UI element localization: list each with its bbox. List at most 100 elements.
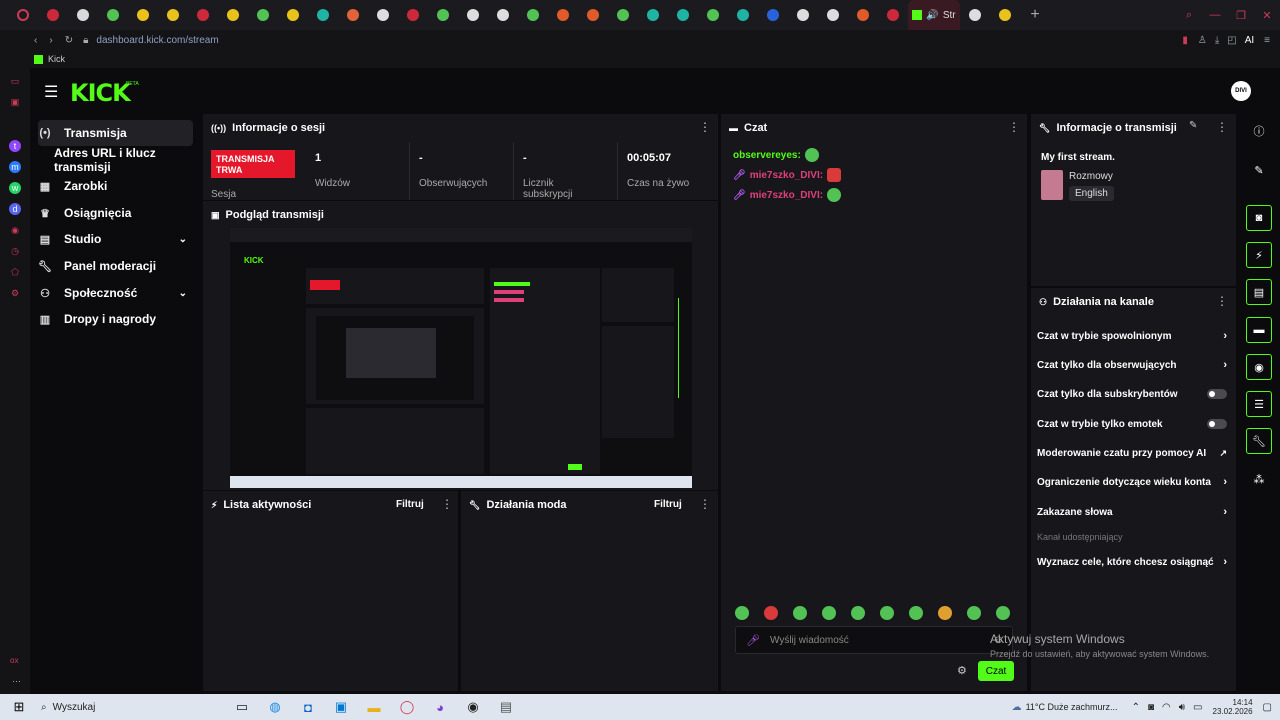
minimize-icon[interactable]: — <box>1202 0 1228 30</box>
browser-tab[interactable] <box>188 0 218 30</box>
browser-tab[interactable] <box>788 0 818 30</box>
bag-icon[interactable]: ▣ <box>9 96 21 108</box>
active-tab[interactable]: 🔊 Str <box>908 0 960 30</box>
browser-tab[interactable] <box>638 0 668 30</box>
task-view-icon[interactable]: ▭ <box>231 696 253 718</box>
opera-menu-icon[interactable] <box>8 0 38 30</box>
notification-icon[interactable]: ▢ <box>1263 702 1272 713</box>
outlook-icon[interactable]: ◘ <box>297 696 319 718</box>
browser-tab[interactable] <box>848 0 878 30</box>
browser-tab[interactable] <box>368 0 398 30</box>
session-widget-icon[interactable]: ◙ <box>1246 205 1272 231</box>
info-icon[interactable]: ⓘ <box>1246 118 1272 144</box>
emote-icon[interactable] <box>909 606 923 620</box>
sidebar-item-spolecznosc[interactable]: ⚇ Społeczność ⌄ <box>38 280 193 306</box>
goals-row[interactable]: Wyznacz cele, które chcesz osiągnąć › <box>1037 552 1227 572</box>
browser-tab[interactable] <box>488 0 518 30</box>
bookmark-kick[interactable]: Kick <box>48 54 65 64</box>
browser-tab[interactable] <box>668 0 698 30</box>
browser-tab[interactable] <box>548 0 578 30</box>
hamburger-icon[interactable]: ☰ <box>44 82 58 102</box>
sidebar-item-zarobki[interactable]: ▦ Zarobki <box>38 173 193 199</box>
ai-moderation-row[interactable]: Moderowanie czatu przy pomocy AI ↗ <box>1037 443 1227 463</box>
discord-icon[interactable]: d <box>9 203 21 215</box>
kick-logo[interactable]: KICK <box>70 79 131 107</box>
chat-username[interactable]: observereyes: <box>733 150 801 161</box>
emote-icon[interactable] <box>822 606 836 620</box>
emote-icon[interactable] <box>938 606 952 620</box>
profile-icon[interactable]: ♙ <box>1198 35 1207 46</box>
browser-tab[interactable] <box>578 0 608 30</box>
browser-tab[interactable] <box>218 0 248 30</box>
obs-icon[interactable]: ◉ <box>462 696 484 718</box>
settings-icon[interactable]: ⚙ <box>9 287 21 299</box>
more-widgets-icon[interactable]: ⁂ <box>1246 466 1272 492</box>
ticket-icon[interactable]: ▭ <box>9 75 21 87</box>
account-age-row[interactable]: Ograniczenie dotyczące wieku konta › <box>1037 472 1227 492</box>
app-icon[interactable]: ▤ <box>495 696 517 718</box>
avatar[interactable]: DIVI <box>1231 81 1251 101</box>
taskbar-search[interactable]: ⌕ Wyszukaj <box>41 702 231 713</box>
filter-button[interactable]: Filtruj <box>396 499 424 510</box>
browser-tab[interactable] <box>818 0 848 30</box>
browser-tab[interactable] <box>308 0 338 30</box>
search-tabs-icon[interactable]: ⌕ <box>1176 0 1202 30</box>
history-icon[interactable]: ◷ <box>9 245 21 257</box>
sidebar-item-studio[interactable]: ▤ Studio ⌄ <box>38 226 193 252</box>
music-icon[interactable]: ◉ <box>9 224 21 236</box>
sidebar-item-stream-key[interactable]: Adres URL i klucz transmisji <box>54 146 204 174</box>
twitch-icon[interactable]: t <box>9 140 21 152</box>
slow-mode-row[interactable]: Czat w trybie spowolnionym › <box>1037 326 1227 346</box>
sidebar-item-dropy[interactable]: ▥ Dropy i nagrody <box>38 306 193 332</box>
browser-tab[interactable] <box>608 0 638 30</box>
sidebar-item-osiagniecia[interactable]: ♛ Osiągnięcia <box>38 200 193 226</box>
emote-only-toggle[interactable] <box>1207 419 1227 429</box>
more-options-icon[interactable]: ⋮ <box>699 120 711 134</box>
browser-tab[interactable] <box>278 0 308 30</box>
chat-username[interactable]: mie7szko_DIVI: <box>750 170 823 181</box>
browser-tab[interactable] <box>518 0 548 30</box>
edit-icon[interactable]: ✎ <box>1189 120 1197 131</box>
discord-taskbar-icon[interactable]: ◕ <box>429 696 451 718</box>
browser-tab[interactable] <box>698 0 728 30</box>
weather-text[interactable]: 11°C Duże zachmurz... <box>1026 702 1118 712</box>
followers-only-row[interactable]: Czat tylko dla obserwujących › <box>1037 355 1227 375</box>
browser-tab[interactable] <box>428 0 458 30</box>
browser-tab[interactable] <box>758 0 788 30</box>
wallet-icon[interactable]: ▮ <box>1182 35 1188 46</box>
url-field[interactable]: dashboard.kick.com/stream <box>96 35 218 46</box>
browser-tab[interactable] <box>878 0 908 30</box>
emote-icon[interactable] <box>793 606 807 620</box>
messenger-icon[interactable]: m <box>9 161 21 173</box>
browser-tab[interactable] <box>248 0 278 30</box>
maximize-icon[interactable]: ❐ <box>1228 0 1254 30</box>
whatsapp-icon[interactable]: w <box>9 182 21 194</box>
browser-tab[interactable] <box>728 0 758 30</box>
volume-icon[interactable]: 🔊︎ <box>1179 702 1185 713</box>
tray-icon[interactable]: ◙ <box>1148 702 1154 713</box>
store-icon[interactable]: ▣ <box>330 696 352 718</box>
chat-input[interactable]: 🎤︎ Wyślij wiadomość ☺ <box>735 626 1013 654</box>
pinboard-icon[interactable]: ⬠ <box>9 266 21 278</box>
browser-tab[interactable] <box>458 0 488 30</box>
banned-words-row[interactable]: Zakazane słowa › <box>1037 502 1227 522</box>
emote-icon[interactable] <box>735 606 749 620</box>
wrench-widget-icon[interactable]: 🔧︎ <box>1246 428 1272 454</box>
start-icon[interactable]: ⊞ <box>8 696 30 718</box>
forward-icon[interactable]: › <box>49 35 52 46</box>
emote-icon[interactable] <box>851 606 865 620</box>
emote-icon[interactable] <box>967 606 981 620</box>
extensions-icon[interactable]: ox <box>10 656 18 665</box>
edit-icon[interactable]: ✎ <box>1246 157 1272 183</box>
browser-tab[interactable] <box>38 0 68 30</box>
browser-tab[interactable] <box>960 0 990 30</box>
camera-icon[interactable]: ◰ <box>1227 35 1236 46</box>
emote-icon[interactable] <box>764 606 778 620</box>
more-icon[interactable]: ⋯ <box>12 676 21 687</box>
tray-arrow-icon[interactable]: ⌃ <box>1132 702 1140 713</box>
chat-username[interactable]: mie7szko_DIVI: <box>750 190 823 201</box>
more-options-icon[interactable]: ⋮ <box>1216 294 1228 308</box>
chat-settings-icon[interactable]: ⚙ <box>957 664 967 677</box>
clock[interactable]: 14:14 23.02.2026 <box>1213 698 1253 716</box>
back-icon[interactable]: ‹ <box>34 35 37 46</box>
